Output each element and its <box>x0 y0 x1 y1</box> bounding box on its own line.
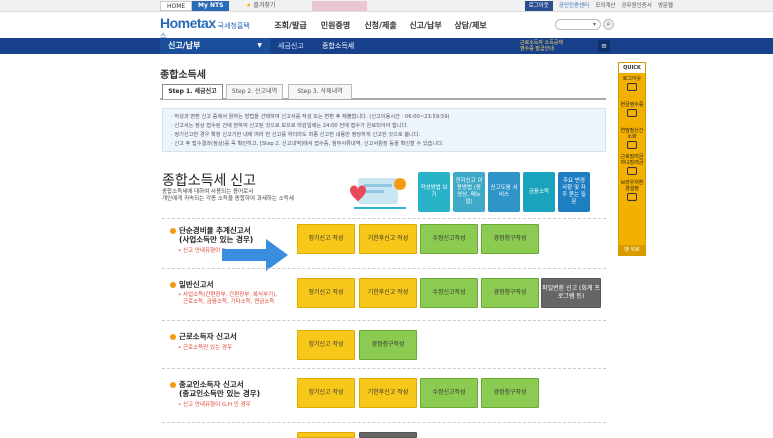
bullet-dot-icon <box>170 228 176 234</box>
row2-amended-filing-button[interactable]: 수정신고작성 <box>420 278 478 308</box>
row4-regular-filing-button[interactable]: 정기신고 작성 <box>297 378 355 408</box>
row-general-sub: • 사업소득(간편장부, 간편장부, 복식부기), 근로소득, 금융소득, 기타… <box>178 292 277 305</box>
banner-description: 종합소득세에 대하여 사용되는 용어로서 개인에게 귀속되는 각종 소득을 종합… <box>162 189 294 202</box>
gnb-certificate[interactable]: 민원증명 <box>313 20 358 31</box>
sub-nav-bar: 신고/납부 ▼ 세금신고 종합소득세 근로소득자 소득공제 영수증 발급안내 ≡ <box>0 38 773 54</box>
financial-income-button[interactable]: 금융소득 <box>523 172 555 212</box>
tab-step3-deleted[interactable]: Step 3. 삭제내역 <box>288 84 352 99</box>
heart-icon <box>627 167 637 175</box>
row-religious-income-sub: • 신고 안내유형이 G,H 인 경우 <box>178 402 251 408</box>
guide-item: · 작성과 변환 신고 중에서 원하는 방법을 선택하여 신고서를 작성 또는 … <box>171 114 450 120</box>
home-link[interactable]: HOME <box>160 1 193 11</box>
tab-step1-report[interactable]: Step 1. 세금신고 <box>162 84 223 99</box>
gnb-inquiry[interactable]: 조회/발급 <box>268 20 313 31</box>
section-divider <box>162 218 606 219</box>
row1-correction-claim-button[interactable]: 경정청구작성 <box>481 224 539 254</box>
banner-button-group: 작성방법 보기 전자신고 이용방법 (동영상, 매뉴얼) 신고도움 서비스 금융… <box>418 172 590 212</box>
quick-browser-settings[interactable]: 브라우저환경설정 <box>619 177 645 203</box>
guide-item: · 정기신고한 경우 확정 신고기한 내에 여러 번 신고를 하더라도 최종 신… <box>171 132 421 138</box>
main-header: Hometax 국세청홈택스 조회/발급 민원증명 신청/제출 신고/납부 상담/… <box>0 12 773 40</box>
subnav-notice[interactable]: 근로소득자 소득공제 영수증 발급안내 <box>520 40 563 52</box>
menu-title-dropdown[interactable]: 신고/납부 ▼ <box>160 38 270 54</box>
mynts-link[interactable]: My NTS <box>192 1 230 11</box>
gear-icon <box>627 193 637 201</box>
search-icon[interactable]: ⌕ <box>603 19 614 30</box>
quick-incentive[interactable]: 근로장려금자녀장려금 <box>619 151 645 177</box>
row2-file-convert-button[interactable]: 파일변환 신고 (회계 프로그램 등) <box>541 278 601 308</box>
top-link-officer-cert[interactable]: 공무원인증서 <box>621 1 651 11</box>
banner-title: 종합소득세 신고 <box>162 172 257 188</box>
row2-regular-filing-button[interactable]: 정기신고 작성 <box>297 278 355 308</box>
row1-late-filing-button[interactable]: 기한후신고 작성 <box>359 224 417 254</box>
section-divider <box>162 368 606 369</box>
guide-notice-box: · 작성과 변환 신고 중에서 원하는 방법을 선택하여 신고서를 작성 또는 … <box>162 108 606 152</box>
row4-late-filing-button[interactable]: 기한후신고 작성 <box>359 378 417 408</box>
cert-center-link[interactable]: 공인인증센터 <box>559 1 589 11</box>
logout-button[interactable]: 로그아웃 <box>524 1 553 11</box>
gnb-apply[interactable]: 신청/제출 <box>358 20 403 31</box>
document-icon <box>627 141 637 149</box>
quick-year-end[interactable]: 연말정산간소화 <box>619 125 645 151</box>
row-earned-income-sub: • 근로소득만 있는 경우 <box>178 345 233 351</box>
row4-amended-filing-button[interactable]: 수정신고작성 <box>420 378 478 408</box>
chevron-down-icon: ▼ <box>257 42 262 49</box>
quick-scroll-top[interactable]: 맨 위로 <box>619 245 645 255</box>
how-to-write-button[interactable]: 작성방법 보기 <box>418 172 450 212</box>
e-filing-guide-button[interactable]: 전자신고 이용방법 (동영상, 매뉴얼) <box>453 172 485 212</box>
top-utility-bar: HOME My NTS ★ 즐겨찾기 로그아웃 공인인증센터 모의계산 공무원인… <box>0 0 773 12</box>
quick-cash-receipt[interactable]: 현금영수증 <box>619 99 645 125</box>
chevron-down-icon: ▾ <box>592 21 596 28</box>
bullet-dot-icon <box>170 334 176 340</box>
favorites-link[interactable]: ★ 즐겨찾기 <box>240 1 281 11</box>
row-general-title: 일반신고서 <box>170 280 214 289</box>
guide-item: · 신고서는 정상 접수된 건에 한하여 신고된 것으로 보므로 마감일에는 2… <box>171 123 409 129</box>
row-earned-income-title: 근로소득자 신고서 <box>170 332 237 341</box>
filing-help-button[interactable]: 신고도움 서비스 <box>488 172 520 212</box>
row-simple-expense-sub: • 신고 안내유형이 F <box>178 248 226 254</box>
lock-icon <box>627 83 637 91</box>
row4-correction-claim-button[interactable]: 경정청구작성 <box>481 378 539 408</box>
quick-logout[interactable]: 로그아웃 <box>619 73 645 99</box>
guide-item: · 신고 후 접수결과(정상)를 꼭 확인하고, [Step 2. 신고내역]에… <box>171 141 444 147</box>
faq-button[interactable]: 주요 변경 사항 및 자주 묻는 질문 <box>558 172 590 212</box>
quick-menu: QUICK 로그아웃 현금영수증 연말정산간소화 근로장려금자녀장려금 브라우저… <box>618 62 646 256</box>
hometax-logo[interactable]: Hometax 국세청홈택스 <box>160 15 250 40</box>
row-religious-income-title: 종교인소득자 신고서 (종교인소득만 있는 경우) <box>170 380 260 398</box>
user-name-blurred <box>312 1 367 11</box>
gnb-tax-filing[interactable]: 신고/납부 <box>403 20 448 31</box>
search-input[interactable]: ▾ <box>555 19 601 30</box>
section-divider <box>162 320 606 321</box>
bullet-dot-icon <box>170 282 176 288</box>
row2-late-filing-button[interactable]: 기한후신고 작성 <box>359 278 417 308</box>
row1-amended-filing-button[interactable]: 수정신고작성 <box>420 224 478 254</box>
section-divider <box>162 268 606 269</box>
top-right-links: 로그아웃 공인인증센터 모의계산 공무원인증서 영문웹 <box>524 1 673 11</box>
global-nav: 조회/발급 민원증명 신청/제출 신고/납부 상담/제보 <box>268 20 493 31</box>
banner-illustration <box>350 178 406 209</box>
row5-partial-button[interactable] <box>297 432 355 438</box>
row5-partial-dark-button[interactable] <box>359 432 417 438</box>
section-divider <box>162 422 606 423</box>
row3-regular-filing-button[interactable]: 정기신고 작성 <box>297 330 355 360</box>
step-tabs: Step 1. 세금신고 Step 2. 신고내역 Step 3. 삭제내역 <box>160 84 606 100</box>
breadcrumb-tax-report[interactable]: 세금신고 <box>278 38 304 54</box>
quick-menu-title: QUICK <box>619 63 645 73</box>
receipt-icon <box>627 109 637 117</box>
star-icon: ★ <box>246 2 252 9</box>
row2-correction-claim-button[interactable]: 경정청구작성 <box>481 278 539 308</box>
row3-correction-claim-button[interactable]: 경정청구작성 <box>359 330 417 360</box>
bullet-dot-icon <box>170 382 176 388</box>
page-title: 종합소득세 <box>160 70 206 81</box>
top-link-english[interactable]: 영문웹 <box>658 1 673 11</box>
row1-regular-filing-button[interactable]: 정기신고 작성 <box>297 224 355 254</box>
tab-step2-history[interactable]: Step 2. 신고내역 <box>226 84 283 99</box>
pointer-arrow-icon <box>222 239 288 271</box>
gnb-counsel[interactable]: 상담/제보 <box>448 20 493 31</box>
top-link-calc[interactable]: 모의계산 <box>595 1 615 11</box>
breadcrumb-income-tax[interactable]: 종합소득세 <box>322 38 354 54</box>
menu-icon[interactable]: ≡ <box>598 40 610 52</box>
